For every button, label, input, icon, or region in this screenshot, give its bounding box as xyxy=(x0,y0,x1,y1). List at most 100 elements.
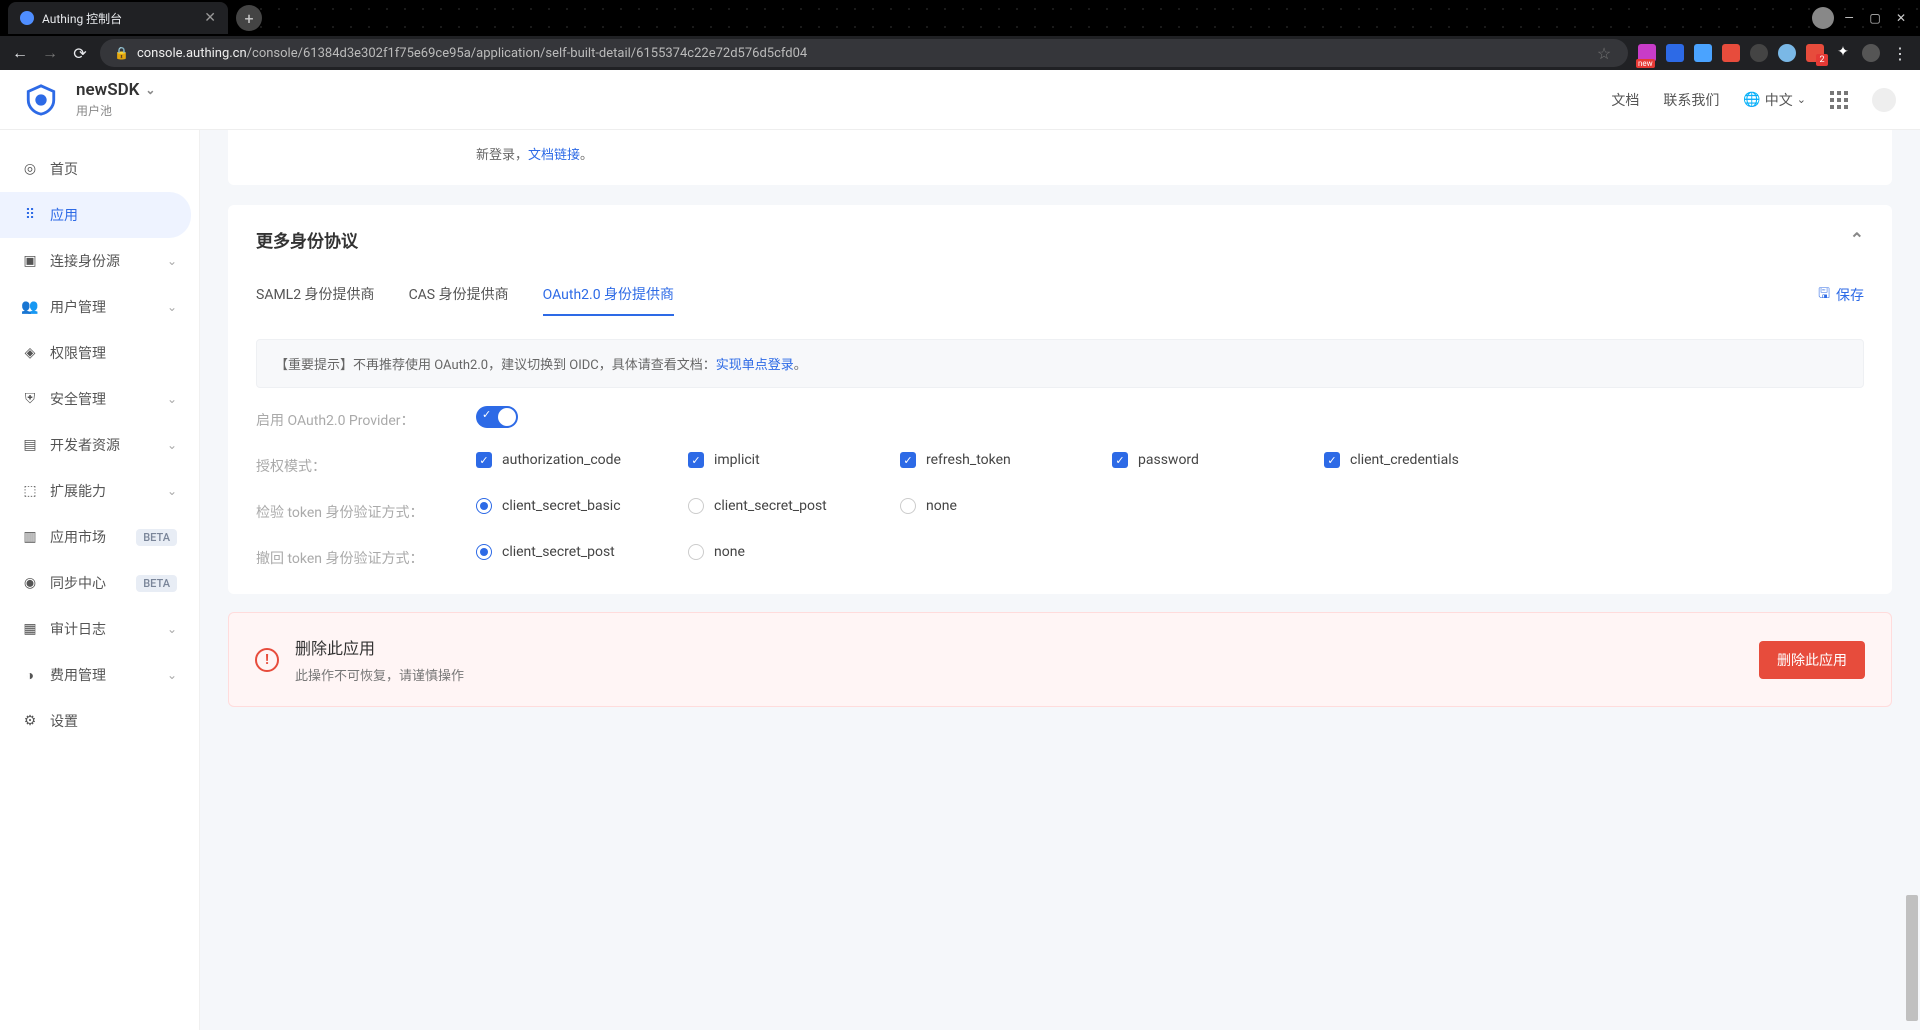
sidebar-item-label: 权限管理 xyxy=(50,343,106,363)
code-icon: ▤ xyxy=(22,437,38,453)
contact-link[interactable]: 联系我们 xyxy=(1663,90,1719,110)
tab-cas[interactable]: CAS 身份提供商 xyxy=(409,274,509,316)
sidebar-item-market[interactable]: ▥应用市场BETA xyxy=(0,514,199,560)
sidebar-item-dev[interactable]: ▤开发者资源⌄ xyxy=(0,422,199,468)
opt-label: refresh_token xyxy=(926,452,1011,468)
checkbox-icon: ✓ xyxy=(476,452,492,468)
language-selector[interactable]: 🌐 中文 ⌄ xyxy=(1743,90,1806,110)
opt-label: authorization_code xyxy=(502,452,621,468)
back-button[interactable]: ← xyxy=(10,43,30,63)
authing-logo-icon[interactable] xyxy=(24,83,58,117)
puzzle-icon: ⬚ xyxy=(22,483,38,499)
sidebar-item-label: 设置 xyxy=(50,711,78,731)
user-avatar[interactable] xyxy=(1872,88,1896,112)
chevron-up-icon: ⌃ xyxy=(1850,230,1864,250)
grid-icon[interactable] xyxy=(1830,91,1848,109)
sidebar-item-label: 用户管理 xyxy=(50,297,106,317)
chevron-down-icon: ⌄ xyxy=(167,484,177,498)
grant-implicit[interactable]: ✓implicit xyxy=(688,452,900,468)
ext-icon[interactable] xyxy=(1638,44,1656,62)
checkbox-icon: ✓ xyxy=(900,452,916,468)
tab-close-icon[interactable]: ✕ xyxy=(204,10,216,26)
grant-mode-label: 授权模式： xyxy=(256,452,476,476)
account-icon[interactable] xyxy=(1812,7,1834,29)
snippet-prefix: 新登录， xyxy=(476,148,528,163)
revoke-client-secret-post[interactable]: client_secret_post xyxy=(476,544,688,560)
tab-title: Authing 控制台 xyxy=(42,10,122,27)
star-icon[interactable]: ☆ xyxy=(1594,44,1614,63)
browser-tab[interactable]: Authing 控制台 ✕ xyxy=(8,2,228,34)
tab-saml[interactable]: SAML2 身份提供商 xyxy=(256,274,375,316)
grant-client-credentials[interactable]: ✓client_credentials xyxy=(1324,452,1536,468)
ext-icon[interactable] xyxy=(1778,44,1796,62)
delete-app-button[interactable]: 删除此应用 xyxy=(1759,641,1865,679)
protocol-tabs: SAML2 身份提供商 CAS 身份提供商 OAuth2.0 身份提供商 🖫 保… xyxy=(228,274,1892,317)
sidebar-item-home[interactable]: ◎首页 xyxy=(0,146,199,192)
sidebar-item-label: 审计日志 xyxy=(50,619,106,639)
scrollbar-thumb[interactable] xyxy=(1906,895,1918,1021)
profile-icon[interactable] xyxy=(1862,44,1880,62)
deprecation-notice: 【重要提示】不再推荐使用 OAuth2.0，建议切换到 OIDC，具体请查看文档… xyxy=(256,339,1864,388)
reload-button[interactable]: ⟳ xyxy=(70,44,90,63)
opt-label: client_secret_post xyxy=(714,498,827,514)
scrollbar-track[interactable] xyxy=(1906,130,1918,1030)
new-tab-button[interactable]: + xyxy=(236,5,262,31)
enable-oauth-toggle[interactable] xyxy=(476,406,518,428)
sidebar: ◎首页 ⠿应用 ▣连接身份源⌄ 👥用户管理⌄ ◈权限管理 ⛨安全管理⌄ ▤开发者… xyxy=(0,130,200,1030)
check-client-secret-basic[interactable]: client_secret_basic xyxy=(476,498,688,514)
sidebar-item-billing[interactable]: ◑费用管理⌄ xyxy=(0,652,199,698)
pool-selector[interactable]: newSDK ⌄ 用户池 xyxy=(76,80,155,119)
grant-authorization-code[interactable]: ✓ authorization_code xyxy=(476,452,688,468)
ext-icon[interactable] xyxy=(1806,44,1824,62)
shield-check-icon: ⛨ xyxy=(22,391,38,407)
sidebar-item-sync[interactable]: ◉同步中心BETA xyxy=(0,560,199,606)
tab-oauth[interactable]: OAuth2.0 身份提供商 xyxy=(543,274,674,316)
sidebar-item-settings[interactable]: ⚙设置 xyxy=(0,698,199,744)
url-host: console.authing.cn xyxy=(137,46,247,61)
warning-icon: ! xyxy=(255,648,279,672)
sidebar-item-perm[interactable]: ◈权限管理 xyxy=(0,330,199,376)
users-icon: 👥 xyxy=(22,299,38,315)
chevron-down-icon: ⌄ xyxy=(167,254,177,268)
save-label: 保存 xyxy=(1836,285,1864,305)
sidebar-item-security[interactable]: ⛨安全管理⌄ xyxy=(0,376,199,422)
opt-label: client_secret_post xyxy=(502,544,615,560)
app-icon: ⠿ xyxy=(22,207,38,223)
doc-link[interactable]: 文档链接 xyxy=(528,148,580,163)
url-input[interactable]: 🔒 console.authing.cn/console/61384d3e302… xyxy=(100,39,1628,67)
grant-password[interactable]: ✓password xyxy=(1112,452,1324,468)
sidebar-item-idp[interactable]: ▣连接身份源⌄ xyxy=(0,238,199,284)
grant-refresh-token[interactable]: ✓ refresh_token xyxy=(900,452,1112,468)
save-button[interactable]: 🖫 保存 xyxy=(1818,283,1864,307)
panel-header[interactable]: 更多身份协议 ⌃ xyxy=(228,205,1892,274)
chevron-down-icon: ⌄ xyxy=(167,668,177,682)
forward-button[interactable]: → xyxy=(40,43,60,63)
revoke-none[interactable]: none xyxy=(688,544,900,560)
minimize-icon[interactable]: — xyxy=(1838,7,1860,29)
main-content: 新登录，文档链接。 更多身份协议 ⌃ SAML2 身份提供商 CAS 身份提供商… xyxy=(200,130,1920,1030)
ext-icon[interactable] xyxy=(1722,44,1740,62)
ext-icon[interactable] xyxy=(1694,44,1712,62)
sidebar-item-label: 连接身份源 xyxy=(50,251,120,271)
sso-doc-link[interactable]: 实现单点登录 xyxy=(716,358,794,373)
extensions-icon[interactable]: ✦ xyxy=(1834,44,1852,62)
check-client-secret-post[interactable]: client_secret_post xyxy=(688,498,900,514)
close-window-icon[interactable]: ✕ xyxy=(1890,7,1912,29)
sidebar-item-users[interactable]: 👥用户管理⌄ xyxy=(0,284,199,330)
ext-icon[interactable] xyxy=(1666,44,1684,62)
check-none[interactable]: none xyxy=(900,498,1112,514)
maximize-icon[interactable]: ▢ xyxy=(1864,7,1886,29)
sidebar-item-app[interactable]: ⠿应用 xyxy=(0,192,191,238)
menu-icon[interactable]: ⋮ xyxy=(1890,44,1910,63)
pool-sub: 用户池 xyxy=(76,102,155,119)
radio-icon xyxy=(476,544,492,560)
opt-label: implicit xyxy=(714,452,760,468)
docs-link[interactable]: 文档 xyxy=(1611,90,1639,110)
sidebar-item-label: 开发者资源 xyxy=(50,435,120,455)
chevron-down-icon: ⌄ xyxy=(145,83,155,97)
ext-icon[interactable] xyxy=(1750,44,1768,62)
opt-label: client_secret_basic xyxy=(502,498,621,514)
sidebar-item-audit[interactable]: ▦审计日志⌄ xyxy=(0,606,199,652)
pool-name: newSDK xyxy=(76,80,139,100)
sidebar-item-ext[interactable]: ⬚扩展能力⌄ xyxy=(0,468,199,514)
